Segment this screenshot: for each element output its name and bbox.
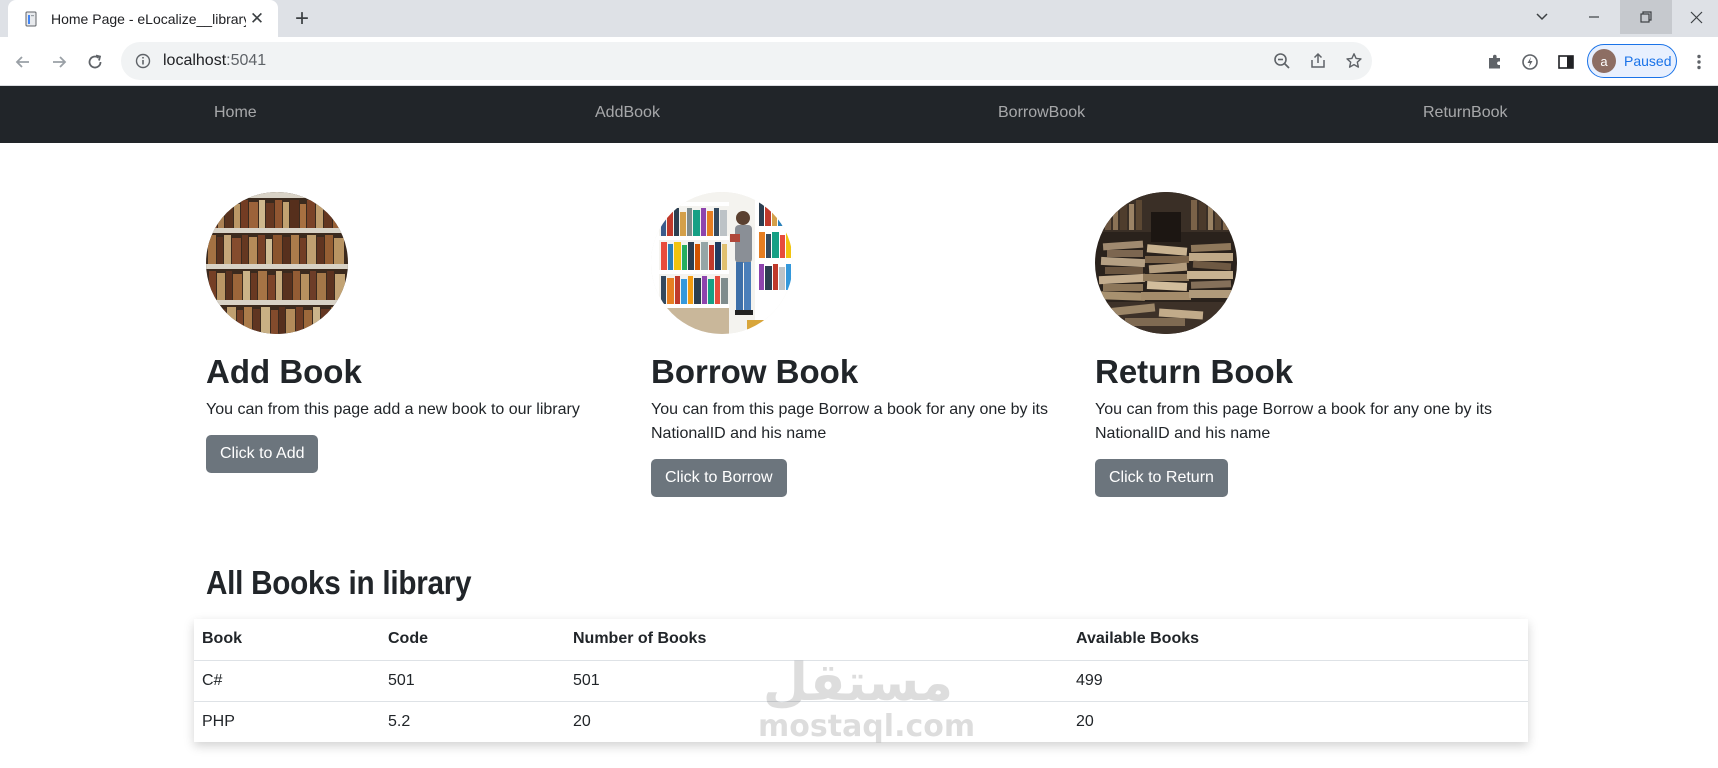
bookmark-star-icon[interactable]: [1336, 43, 1372, 79]
kebab-menu-icon[interactable]: [1686, 49, 1712, 75]
cell-number-of-books: 501: [565, 660, 1068, 702]
nav-link-addbook[interactable]: AddBook: [595, 104, 660, 122]
browser-tab[interactable]: Home Page - eLocalize__library ✕: [8, 0, 278, 37]
document-favicon-icon: [22, 10, 40, 28]
zoom-out-icon[interactable]: [1264, 43, 1300, 79]
share-icon[interactable]: [1300, 43, 1336, 79]
cell-book: PHP: [202, 712, 235, 730]
url-port: :5041: [226, 52, 267, 69]
table-header-row: Book Code Number of Books Available Book…: [194, 619, 1528, 661]
site-navbar: Home AddBook BorrowBook ReturnBook: [0, 86, 1718, 143]
books-table: Book Code Number of Books Available Book…: [194, 619, 1528, 742]
site-info-icon[interactable]: [133, 51, 153, 71]
card-title: Return Book: [1095, 353, 1293, 390]
address-bar[interactable]: localhost:5041: [121, 42, 1372, 80]
tab-title: Home Page - eLocalize__library: [51, 10, 246, 27]
reload-icon[interactable]: [82, 49, 108, 75]
card-text: You can from this page Borrow a book for…: [651, 401, 1048, 442]
card-text: You can from this page add a new book to…: [206, 401, 580, 418]
tab-search-icon[interactable]: [1516, 0, 1568, 34]
bookshelf-image: [206, 192, 348, 334]
books-section-title: All Books in library: [206, 564, 472, 601]
side-panel-icon[interactable]: [1553, 49, 1579, 75]
nav-link-home[interactable]: Home: [214, 104, 257, 122]
return-book-button[interactable]: Click to Return: [1095, 459, 1228, 497]
card-title: Borrow Book: [651, 353, 859, 390]
avatar: a: [1592, 49, 1616, 73]
profile-status: Paused: [1624, 53, 1672, 69]
card-return-book: Return Book You can from this page Borro…: [1095, 192, 1515, 497]
table-row: C# 501 501 499: [194, 660, 1528, 702]
card-text: You can from this page Borrow a book for…: [1095, 401, 1492, 442]
column-header-code: Code: [380, 619, 565, 661]
nav-link-borrowbook[interactable]: BorrowBook: [998, 104, 1085, 122]
browser-toolbar: localhost:5041 a Paused: [0, 37, 1718, 86]
close-window-icon[interactable]: [1670, 0, 1718, 34]
column-header-number-of-books: Number of Books: [565, 619, 1068, 661]
back-arrow-icon[interactable]: [10, 49, 36, 75]
add-book-button[interactable]: Click to Add: [206, 435, 319, 473]
url-host: localhost: [163, 52, 227, 69]
extensions-puzzle-icon[interactable]: [1482, 49, 1508, 75]
column-header-book: Book: [194, 619, 380, 661]
tab-close-icon[interactable]: ✕: [246, 8, 268, 30]
borrow-book-button[interactable]: Click to Borrow: [651, 459, 787, 497]
restore-icon[interactable]: [1620, 0, 1672, 34]
cell-available-books: 499: [1068, 660, 1528, 702]
card-borrow-book: Borrow Book You can from this page Borro…: [651, 192, 1071, 497]
browser-tabstrip: Home Page - eLocalize__library ✕ +: [0, 0, 1718, 37]
forward-arrow-icon[interactable]: [46, 49, 72, 75]
cell-code: 501: [380, 660, 565, 702]
table-row: PHP 5.2 20 20: [194, 701, 1528, 742]
nav-link-returnbook[interactable]: ReturnBook: [1423, 104, 1508, 122]
cell-number-of-books: 20: [573, 712, 591, 730]
books-table-container: Book Code Number of Books Available Book…: [194, 619, 1528, 742]
cell-available-books: 20: [1076, 712, 1094, 730]
new-tab-button[interactable]: +: [290, 5, 314, 32]
cell-book: C#: [194, 660, 380, 702]
cell-code: 5.2: [388, 712, 411, 730]
performance-icon[interactable]: [1517, 49, 1543, 75]
column-header-available-books: Available Books: [1068, 619, 1528, 661]
minimize-icon[interactable]: [1568, 0, 1620, 34]
card-title: Add Book: [206, 353, 362, 390]
profile-button[interactable]: a Paused: [1587, 44, 1677, 78]
omnibox-actions: [1264, 42, 1372, 80]
card-add-book: Add Book You can from this page add a ne…: [206, 192, 626, 473]
book-stacks-image: [1095, 192, 1237, 334]
library-reader-image: [651, 192, 793, 334]
